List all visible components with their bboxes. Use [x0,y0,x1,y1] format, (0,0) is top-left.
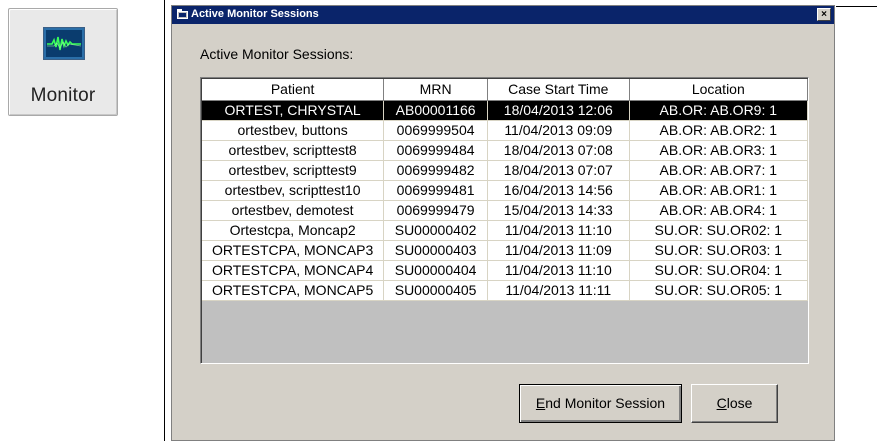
close-icon[interactable]: × [817,8,831,21]
patient-cell: ORTESTCPA, MONCAP3 [202,240,385,261]
patient-cell: ortestbev, scripttest9 [202,160,385,181]
waveform-monitor-icon [43,27,85,60]
close-button-accel: C [716,395,727,411]
table-row[interactable]: ORTEST, CHRYSTAL AB00001166 18/04/2013 12:… [202,100,808,121]
location-cell: AB.OR: AB.OR1: 1 [629,180,808,201]
patient-cell: ortestbev, buttons [202,120,385,141]
table-row[interactable]: ortestbev, scripttest10 0069999481 16/04/2… [202,180,808,201]
top-divider [836,6,877,7]
monitor-button-label: Monitor [30,85,96,106]
case-start-time-cell: 11/04/2013 09:09 [487,120,630,141]
table-row[interactable]: ortestbev, buttons 0069999504 11/04/2013 0… [202,120,808,141]
table-row[interactable]: ortestbev, scripttest9 0069999482 18/04/20… [202,160,808,181]
sessions-heading: Active Monitor Sessions: [200,46,354,62]
location-cell: AB.OR: AB.OR9: 1 [629,100,808,121]
case-start-time-cell: 11/04/2013 11:10 [487,220,630,241]
dialog-title: Active Monitor Sessions [191,8,319,20]
mrn-cell: SU00000404 [383,260,488,281]
mrn-cell: SU00000402 [383,220,488,241]
location-cell: SU.OR: SU.OR05: 1 [629,280,808,301]
end-monitor-session-button[interactable]: End Monitor Session [519,384,682,423]
location-cell: SU.OR: SU.OR02: 1 [629,220,808,241]
table-row[interactable]: Ortestcpa, Moncap2 SU00000402 11/04/2013 1… [202,220,808,241]
mrn-cell: 0069999482 [383,160,488,181]
column-header-patient[interactable]: Patient [202,79,385,101]
location-cell: AB.OR: AB.OR7: 1 [629,160,808,181]
active-monitor-sessions-dialog: Active Monitor Sessions × Active Monitor… [171,5,835,441]
location-cell: SU.OR: SU.OR03: 1 [629,240,808,261]
table-row[interactable]: ortestbev, demotest 0069999479 15/04/2013 … [202,200,808,221]
patient-cell: ORTEST, CHRYSTAL [202,100,385,121]
close-button[interactable]: Close [691,384,778,423]
table-row[interactable]: ortestbev, scripttest8 0069999484 18/04/20… [202,140,808,161]
mrn-cell: 0069999481 [383,180,488,201]
column-header-location[interactable]: Location [629,79,808,101]
mrn-cell: 0069999504 [383,120,488,141]
location-cell: SU.OR: SU.OR04: 1 [629,260,808,281]
app-window-icon [177,9,188,19]
case-start-time-cell: 11/04/2013 11:09 [487,240,630,261]
case-start-time-cell: 18/04/2013 07:07 [487,160,630,181]
case-start-time-cell: 16/04/2013 14:56 [487,180,630,201]
location-cell: AB.OR: AB.OR2: 1 [629,120,808,141]
table-row[interactable]: ORTESTCPA, MONCAP4 SU00000404 11/04/2013 1… [202,260,808,281]
title-bar[interactable]: Active Monitor Sessions × [172,6,834,24]
patient-cell: ortestbev, scripttest8 [202,140,385,161]
panel-divider [164,0,165,441]
location-cell: AB.OR: AB.OR4: 1 [629,200,808,221]
close-button-label: lose [726,395,753,411]
case-start-time-cell: 18/04/2013 07:08 [487,140,630,161]
sessions-grid[interactable]: Patient MRN Case Start Time Location ORT… [200,77,809,364]
patient-cell: Ortestcpa, Moncap2 [202,220,385,241]
column-header-case-start-time[interactable]: Case Start Time [487,79,630,101]
case-start-time-cell: 11/04/2013 11:10 [487,260,630,281]
sessions-table: Patient MRN Case Start Time Location ORT… [202,79,808,301]
mrn-cell: SU00000405 [383,280,488,301]
mrn-cell: SU00000403 [383,240,488,261]
case-start-time-cell: 11/04/2013 11:11 [487,280,630,301]
mrn-cell: 0069999479 [383,200,488,221]
patient-cell: ortestbev, demotest [202,200,385,221]
monitor-toolbar-button[interactable]: Monitor [8,8,118,116]
patient-cell: ORTESTCPA, MONCAP4 [202,260,385,281]
location-cell: AB.OR: AB.OR3: 1 [629,140,808,161]
end-button-accel: E [535,395,546,411]
mrn-cell: AB00001166 [383,100,488,121]
case-start-time-cell: 15/04/2013 14:33 [487,200,630,221]
patient-cell: ortestbev, scripttest10 [202,180,385,201]
table-row[interactable]: ORTESTCPA, MONCAP3 SU00000403 11/04/2013 1… [202,240,808,261]
table-row[interactable]: ORTESTCPA, MONCAP5 SU00000405 11/04/2013 1… [202,280,808,301]
case-start-time-cell: 18/04/2013 12:06 [487,100,630,121]
mrn-cell: 0069999484 [383,140,488,161]
column-header-mrn[interactable]: MRN [383,79,488,101]
end-button-label: nd Monitor Session [545,395,666,411]
patient-cell: ORTESTCPA, MONCAP5 [202,280,385,301]
grid-header-row: Patient MRN Case Start Time Location [202,79,808,101]
